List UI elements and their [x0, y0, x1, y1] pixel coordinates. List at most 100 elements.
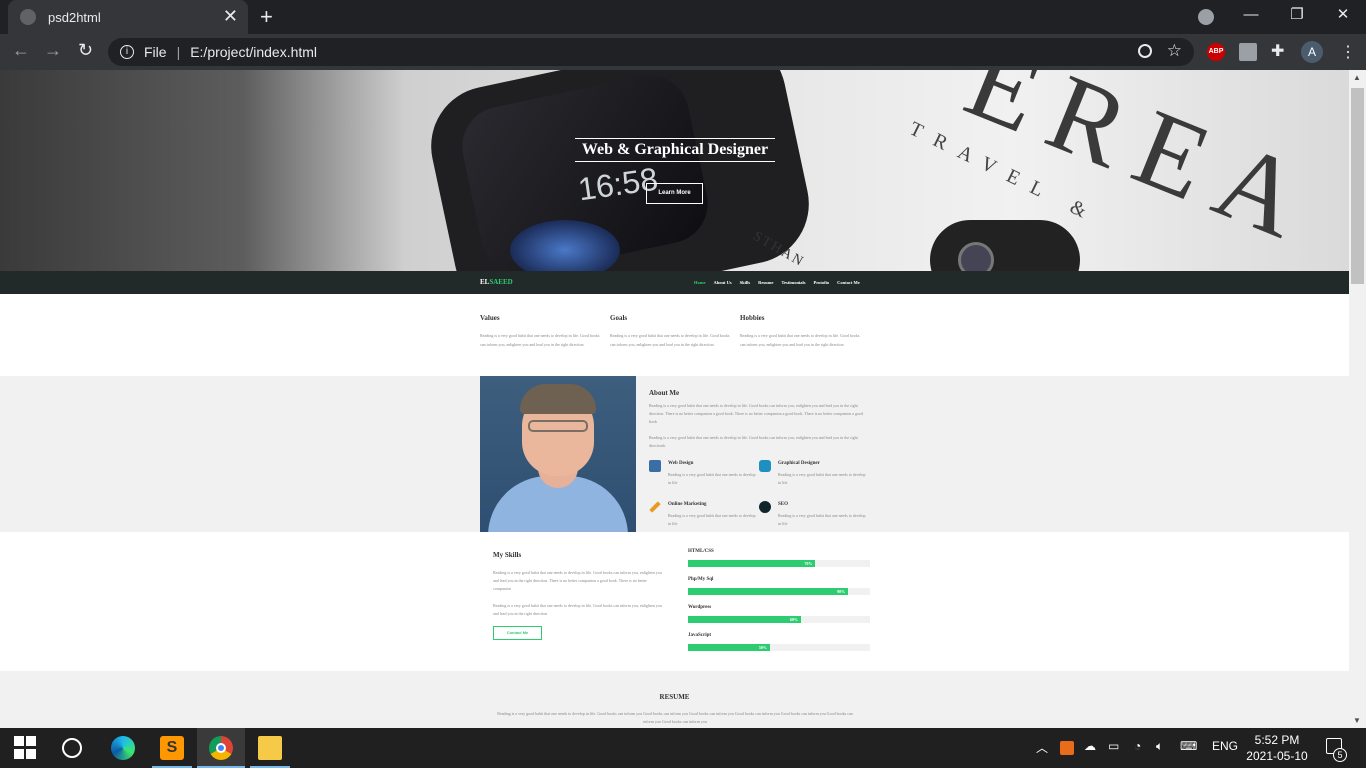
values-column: Values Reading is a very good habit that…: [480, 314, 605, 349]
hero-title: Web & Graphical Designer: [575, 138, 775, 162]
seo-icon: [759, 501, 771, 513]
web-design-icon: [649, 460, 661, 472]
onedrive-icon[interactable]: ☁: [1084, 739, 1096, 753]
nav-item-resume[interactable]: Resume: [758, 280, 773, 285]
volume-icon[interactable]: 🔈︎: [1156, 739, 1163, 754]
back-icon[interactable]: ←: [12, 40, 30, 61]
skill-label: Php/My Sql: [688, 577, 714, 582]
profile-avatar[interactable]: A: [1301, 41, 1323, 63]
skill-track: 90%: [688, 588, 870, 595]
learn-more-button[interactable]: Learn More: [646, 183, 703, 204]
file-explorer-icon[interactable]: [258, 736, 282, 760]
window-controls: — ❐ ✕: [1228, 0, 1366, 34]
skill-percent: 70%: [804, 561, 813, 566]
skills-section: My Skills Reading is a very good habit t…: [0, 532, 1349, 671]
language-indicator[interactable]: ENG: [1212, 739, 1238, 753]
skill-fill: 50%: [688, 644, 770, 651]
taskbar-clock[interactable]: 5:52 PM 2021-05-10: [1246, 732, 1308, 764]
values-heading: Values: [480, 314, 500, 322]
skill-bar-php-mysql: Php/My Sql 90%: [688, 577, 870, 595]
nav-item-testimonials[interactable]: Testimonials: [781, 280, 805, 285]
tab-search-icon[interactable]: [1198, 9, 1214, 25]
hobbies-column: Hobbies Reading is a very good habit tha…: [740, 314, 865, 349]
keyboard-icon[interactable]: ⌨: [1180, 739, 1197, 753]
address-bar[interactable]: i File | E:/project/index.html ☆: [108, 38, 1194, 66]
url-text[interactable]: E:/project/index.html: [190, 44, 317, 60]
browser-tab[interactable]: psd2html ✕: [8, 0, 248, 34]
skill-track: 50%: [688, 644, 870, 651]
menu-kebab-icon[interactable]: ⋮: [1340, 42, 1356, 62]
profile-photo: [480, 376, 636, 532]
tab-title: psd2html: [48, 9, 101, 25]
skills-paragraph-1: Reading is a very good habit that one ne…: [493, 570, 662, 591]
nav-item-home[interactable]: Home: [694, 280, 706, 285]
search-icon[interactable]: [62, 738, 82, 758]
notification-count-badge: 5: [1333, 748, 1347, 762]
hobbies-text: Reading is a very good habit that one ne…: [740, 333, 860, 347]
globe-icon: [20, 9, 36, 25]
edge-icon[interactable]: [111, 736, 135, 760]
sublime-text-icon[interactable]: S: [160, 736, 184, 760]
chrome-icon[interactable]: [209, 736, 233, 760]
nav-item-about[interactable]: About Us: [714, 280, 732, 285]
clock-time: 5:52 PM: [1254, 733, 1300, 747]
adblock-extension-icon[interactable]: ABP: [1207, 43, 1225, 61]
bookmark-star-icon[interactable]: ☆: [1167, 41, 1182, 61]
reload-icon[interactable]: ↻: [78, 40, 93, 61]
nav-item-contact[interactable]: Contact Me: [837, 280, 860, 285]
hobbies-heading: Hobbies: [740, 314, 765, 322]
site-logo[interactable]: ELSAEED: [480, 278, 513, 286]
windows-start-icon[interactable]: [14, 736, 38, 760]
clock-date: 2021-05-10: [1246, 749, 1308, 763]
skill-fill: 70%: [688, 560, 816, 567]
resume-text: Reading is a very good habit that one ne…: [497, 711, 853, 724]
scroll-down-icon[interactable]: ▼: [1353, 716, 1361, 725]
graphic-design-icon: [759, 460, 771, 472]
scrollbar-thumb[interactable]: [1351, 88, 1364, 284]
skill-fill: 60%: [688, 616, 801, 623]
tray-app-icon[interactable]: [1060, 741, 1074, 755]
skill-fill: 90%: [688, 588, 849, 595]
zoom-icon[interactable]: [1138, 44, 1152, 58]
contact-me-button[interactable]: Contact Me: [493, 626, 542, 640]
new-tab-button[interactable]: +: [260, 4, 273, 30]
nav-menu: Home About Us Skills Resume Testimonials…: [694, 280, 860, 285]
forward-icon[interactable]: →: [44, 40, 62, 61]
window-close-button[interactable]: ✕: [1320, 0, 1366, 34]
skill-percent: 60%: [789, 617, 798, 622]
camera-lens-image: [930, 220, 1080, 271]
skills-paragraph-2: Reading is a very good habit that one ne…: [493, 603, 662, 616]
skill-bar-javascript: JavaScript 50%: [688, 633, 870, 651]
site-navbar: ELSAEED Home About Us Skills Resume Test…: [0, 271, 1349, 294]
page-viewport: 16:58 EREA TRAVEL & STHAN Web & Graphica…: [0, 70, 1349, 728]
about-section: About Me Reading is a very good habit th…: [0, 376, 1349, 532]
restore-button[interactable]: ❐: [1274, 0, 1320, 34]
skill-percent: 50%: [758, 645, 767, 650]
browser-toolbar: ← → ↻ i File | E:/project/index.html ☆ A…: [0, 34, 1366, 70]
page-scrollbar[interactable]: ▲ ▼: [1349, 70, 1366, 728]
skill-label: HTML/CSS: [688, 549, 714, 554]
pencil-icon: [649, 501, 661, 513]
browser-tab-strip: psd2html ✕ + — ❐ ✕: [0, 0, 1366, 34]
wifi-icon[interactable]: ◔: [1134, 739, 1141, 753]
resume-heading: RESUME: [659, 693, 690, 701]
tray-chevron-icon[interactable]: ︿: [1036, 739, 1048, 756]
skill-track: 60%: [688, 616, 870, 623]
extensions-puzzle-icon[interactable]: ✚: [1271, 41, 1289, 60]
values-section: Values Reading is a very good habit that…: [0, 294, 1349, 376]
site-info-icon[interactable]: i: [120, 45, 134, 59]
nav-item-portfolio[interactable]: Protofio: [814, 280, 830, 285]
nav-item-skills[interactable]: Skills: [740, 280, 751, 285]
scroll-up-icon[interactable]: ▲: [1353, 73, 1361, 82]
skill-bar-html-css: HTML/CSS 70%: [688, 549, 870, 567]
skill-label: Wordpress: [688, 605, 712, 610]
minimize-button[interactable]: —: [1228, 0, 1274, 34]
skills-heading: My Skills: [493, 551, 522, 559]
windows-taskbar: S ︿ ☁ ▭ ◔ 🔈︎ ⌨ ENG 5:52 PM 2021-05-10 5: [0, 728, 1366, 768]
extension-icon[interactable]: [1239, 43, 1257, 61]
battery-icon[interactable]: ▭: [1108, 739, 1119, 753]
skill-bar-wordpress: Wordpress 60%: [688, 605, 870, 623]
close-tab-icon[interactable]: ✕: [223, 7, 238, 25]
skill-track: 70%: [688, 560, 870, 567]
skill-percent: 90%: [837, 589, 846, 594]
